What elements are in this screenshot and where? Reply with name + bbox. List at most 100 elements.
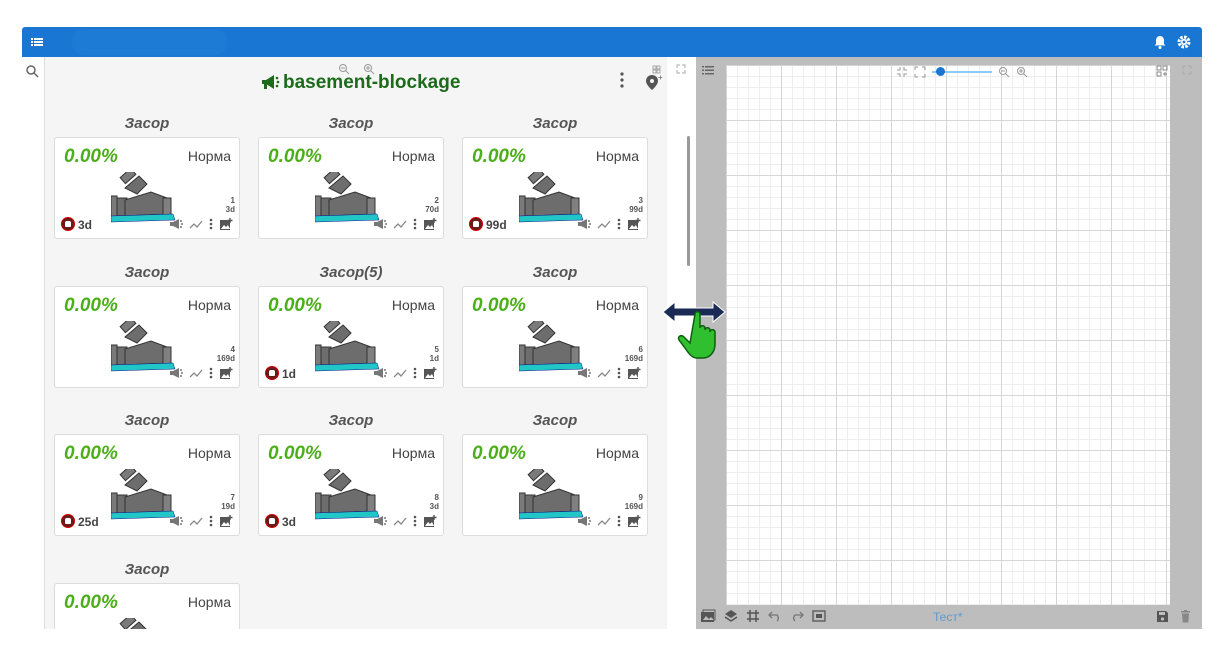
- gallery-icon[interactable]: [700, 609, 716, 623]
- widget-card[interactable]: 0.00% Норма 1 3d 3d: [54, 137, 240, 239]
- widget-card[interactable]: 0.00% Норма 8 3d 3d: [258, 434, 444, 536]
- megaphone-icon[interactable]: [169, 218, 183, 230]
- trend-icon[interactable]: [189, 368, 203, 378]
- widget-card[interactable]: 0.00% Норма 9 169d: [462, 434, 648, 536]
- blurred-account-region: [72, 29, 227, 55]
- save-icon[interactable]: [1156, 610, 1169, 623]
- sensor-meta: 1 3d: [226, 196, 235, 214]
- widget-card[interactable]: 0.00% Норма 7 19d 25d: [54, 434, 240, 536]
- list-icon[interactable]: [702, 65, 714, 75]
- widget-card[interactable]: 0.00% Норма 2 70d: [258, 137, 444, 239]
- widget-card-cell: Засор(5) 0.00% Норма 5 1d 1d: [258, 264, 444, 388]
- widget-card[interactable]: 0.00% Норма 4 169d: [54, 286, 240, 388]
- sensor-id: 2: [434, 196, 439, 205]
- image-add-icon[interactable]: [219, 514, 233, 528]
- blockage-value: 0.00%: [472, 146, 526, 167]
- megaphone-icon[interactable]: [373, 218, 387, 230]
- sensor-meta: 7 19d: [221, 493, 235, 511]
- kebab-icon[interactable]: [413, 515, 417, 527]
- megaphone-icon[interactable]: [169, 515, 183, 527]
- status-label: Норма: [595, 297, 639, 313]
- trend-icon[interactable]: [189, 516, 203, 526]
- bell-icon[interactable]: [1152, 34, 1168, 50]
- add-widget-icon[interactable]: [1156, 65, 1170, 77]
- kebab-icon[interactable]: [617, 515, 621, 527]
- trend-icon[interactable]: [597, 368, 611, 378]
- kebab-icon[interactable]: [209, 515, 213, 527]
- megaphone-icon[interactable]: [577, 218, 591, 230]
- trend-icon[interactable]: [393, 219, 407, 229]
- preview-icon[interactable]: [812, 610, 826, 622]
- alarm-badge[interactable]: 1d: [265, 366, 296, 381]
- alarm-badge[interactable]: 3d: [265, 514, 296, 529]
- sensor-meta: 5 1d: [430, 345, 439, 363]
- fullscreen-icon[interactable]: [1182, 65, 1192, 75]
- gear-icon[interactable]: [1176, 34, 1192, 50]
- search-icon[interactable]: [25, 64, 39, 78]
- expand-icon[interactable]: [914, 66, 926, 78]
- kebab-icon[interactable]: [617, 218, 621, 230]
- blockage-value: 0.00%: [268, 443, 322, 464]
- kebab-icon[interactable]: [209, 367, 213, 379]
- megaphone-icon[interactable]: [169, 367, 183, 379]
- menu-icon[interactable]: [30, 35, 44, 49]
- megaphone-icon[interactable]: [373, 515, 387, 527]
- widget-card[interactable]: 0.00% Норма 3 99d 99d: [462, 137, 648, 239]
- megaphone-icon[interactable]: [577, 515, 591, 527]
- redo-icon[interactable]: [790, 610, 804, 622]
- status-label: Норма: [595, 445, 639, 461]
- trend-icon[interactable]: [597, 219, 611, 229]
- widget-title: Засор: [124, 412, 170, 429]
- zoom-out-icon[interactable]: [998, 66, 1010, 78]
- alarm-badge[interactable]: 99d: [469, 217, 507, 232]
- zoom-slider-thumb[interactable]: [936, 67, 945, 76]
- trend-icon[interactable]: [597, 516, 611, 526]
- megaphone-icon[interactable]: [577, 367, 591, 379]
- trend-icon[interactable]: [393, 368, 407, 378]
- card-actions: [373, 514, 437, 528]
- widget-title: Засор: [532, 264, 578, 281]
- image-add-icon[interactable]: [423, 217, 437, 231]
- sensor-age: 3d: [225, 205, 235, 214]
- trend-icon[interactable]: [189, 219, 203, 229]
- widget-card[interactable]: 0.00% Норма 6 169d: [462, 286, 648, 388]
- image-add-icon[interactable]: [219, 217, 233, 231]
- kebab-icon[interactable]: [413, 367, 417, 379]
- image-add-icon[interactable]: [423, 514, 437, 528]
- kebab-icon[interactable]: [619, 71, 625, 89]
- map-pin-icon[interactable]: +: [643, 65, 665, 91]
- scrollbar-thumb[interactable]: [687, 136, 690, 266]
- alarm-badge[interactable]: 25d: [61, 514, 99, 529]
- image-add-icon[interactable]: [423, 366, 437, 380]
- layers-icon[interactable]: [724, 609, 738, 623]
- image-add-icon[interactable]: [627, 366, 641, 380]
- undo-icon[interactable]: [768, 610, 782, 622]
- zoom-in-icon[interactable]: [1016, 66, 1028, 78]
- kebab-icon[interactable]: [617, 367, 621, 379]
- sensor-id: 8: [434, 493, 439, 502]
- zoom-slider[interactable]: [932, 67, 992, 76]
- sensor-age: 70d: [425, 205, 439, 214]
- kebab-icon[interactable]: [413, 218, 417, 230]
- sensor-meta: 9 169d: [625, 493, 643, 511]
- sensor-age: 1d: [429, 354, 439, 363]
- card-actions: [577, 217, 641, 231]
- canvas-zoom-toolbar: [896, 65, 1028, 79]
- image-add-icon[interactable]: [627, 514, 641, 528]
- sensor-id: 9: [638, 493, 643, 502]
- megaphone-icon[interactable]: [373, 367, 387, 379]
- widget-card[interactable]: 0.00% Норма: [54, 583, 240, 629]
- kebab-icon[interactable]: [209, 218, 213, 230]
- trend-icon[interactable]: [393, 516, 407, 526]
- document-name[interactable]: Тест*: [933, 610, 963, 624]
- collapse-icon[interactable]: [896, 66, 908, 78]
- widget-title: Засор: [124, 115, 170, 132]
- alarm-duration: 99d: [486, 218, 507, 232]
- trash-icon[interactable]: [1180, 610, 1191, 623]
- grid-icon[interactable]: [746, 609, 760, 623]
- image-add-icon[interactable]: [627, 217, 641, 231]
- widget-card[interactable]: 0.00% Норма 5 1d 1d: [258, 286, 444, 388]
- image-add-icon[interactable]: [219, 366, 233, 380]
- alarm-badge[interactable]: 3d: [61, 217, 92, 232]
- drawing-canvas[interactable]: [726, 65, 1170, 621]
